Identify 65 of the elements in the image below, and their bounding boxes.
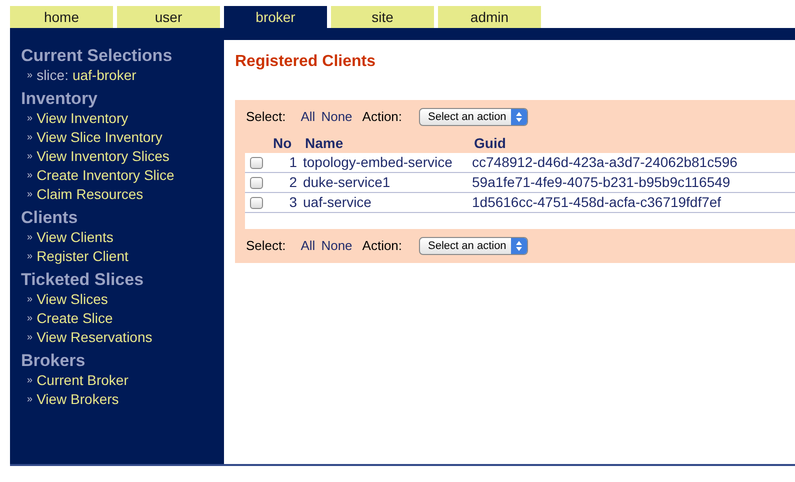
select-all-link[interactable]: All [300, 107, 316, 127]
bullet-mark: » [27, 374, 33, 388]
table-cell-text: topology-embed-service [303, 153, 454, 172]
section-heading: Brokers [21, 351, 86, 371]
nav-tab[interactable]: admin [438, 6, 541, 28]
sidebar-link[interactable]: View Clients [36, 228, 114, 247]
row-checkbox[interactable] [250, 196, 263, 208]
action-dropdown[interactable]: Select an action [419, 237, 528, 255]
column-header: No [273, 134, 293, 153]
nav-tab[interactable]: site [331, 6, 434, 28]
bullet-mark: » [27, 131, 33, 145]
bullet-mark: » [27, 169, 33, 183]
nav-tab[interactable]: broker [224, 6, 327, 28]
page-title: Registered Clients [235, 52, 376, 72]
table-cell-text: 3 [288, 193, 297, 212]
sidebar-link[interactable]: Register Client [36, 247, 128, 266]
table-cell-text: 1 [288, 153, 297, 172]
table-cell-text: 2 [288, 173, 297, 192]
column-header: Name [305, 134, 344, 153]
stepper-icon [511, 109, 528, 125]
bullet-mark: » [27, 293, 33, 307]
sidebar-link[interactable]: View Inventory Slices [36, 147, 170, 166]
bullet-mark: » [27, 312, 33, 326]
row-checkbox[interactable] [250, 176, 263, 188]
table-cell-text: cc748912-d46d-423a-a3d7-24062b81c596 [472, 153, 738, 172]
table-cell-text: uaf-service [303, 193, 372, 212]
section-heading: Current Selections [21, 46, 174, 66]
sidebar-link[interactable]: Claim Resources [36, 185, 144, 204]
select-none-link[interactable]: None [321, 107, 352, 127]
action-label: Action: [362, 108, 402, 126]
table-cell-text: duke-service1 [303, 173, 392, 192]
nav-tab[interactable]: home [10, 6, 113, 28]
table-cell-text: 1d5616cc-4751-458d-acfa-c36719fdf7ef [472, 193, 722, 212]
sidebar-link[interactable]: View Slices [36, 290, 108, 309]
nav-tab[interactable]: user [117, 6, 220, 28]
select-label: Select: [246, 237, 286, 256]
section-heading: Ticketed Slices [21, 270, 145, 290]
select-all-link[interactable]: All [300, 236, 316, 256]
select-none-link[interactable]: None [321, 236, 352, 256]
bullet-mark: » [27, 331, 33, 345]
action-label: Action: [362, 237, 402, 256]
bullet-mark: » [27, 393, 33, 407]
sidebar-link[interactable]: Create Inventory Slice [36, 166, 174, 185]
sidebar-link[interactable]: View Slice Inventory [36, 128, 162, 147]
bullet-mark: » [27, 231, 33, 245]
sidebar-link[interactable]: View Inventory [36, 109, 128, 128]
section-heading: Clients [21, 208, 79, 228]
action-dropdown[interactable]: Select an action [419, 108, 528, 126]
selection-value: uaf-broker [72, 66, 136, 85]
column-header: Guid [474, 134, 506, 153]
bullet-mark: » [27, 112, 33, 126]
select-label: Select: [246, 108, 286, 126]
row-checkbox[interactable] [250, 156, 263, 168]
sidebar-link[interactable]: View Brokers [36, 390, 119, 409]
stepper-icon [511, 238, 528, 254]
bullet-mark: » [27, 69, 33, 83]
bullet-mark: » [27, 188, 33, 202]
section-heading: Inventory [21, 89, 99, 109]
selection-label: slice: [36, 66, 68, 85]
bullet-mark: » [27, 150, 33, 164]
sidebar-link[interactable]: Current Broker [36, 371, 128, 390]
sidebar-link[interactable]: Create Slice [36, 309, 113, 328]
bullet-mark: » [27, 250, 33, 264]
sidebar-link[interactable]: View Reservations [36, 328, 152, 347]
table-cell-text: 59a1fe71-4fe9-4075-b231-b95b9c116549 [472, 173, 730, 192]
